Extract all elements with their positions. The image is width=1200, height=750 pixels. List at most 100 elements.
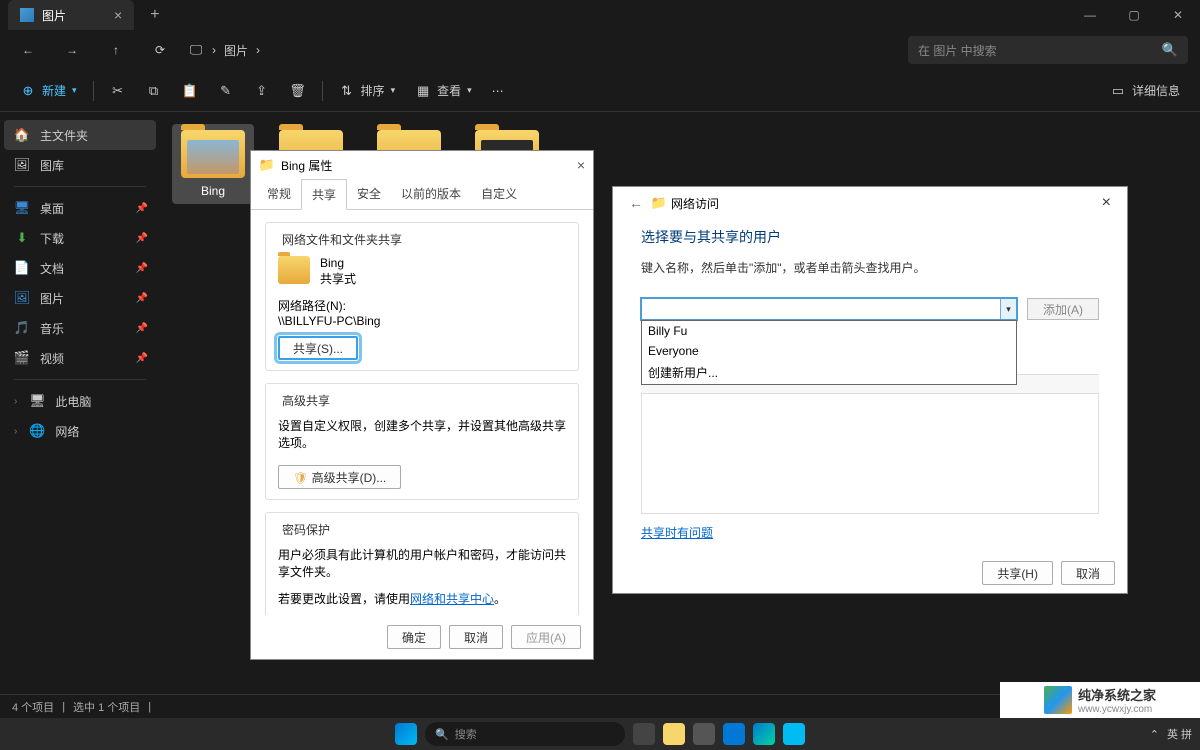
section-title: 高级共享 — [278, 392, 334, 409]
user-dropdown: Billy Fu Everyone 创建新用户... — [641, 320, 1017, 385]
sidebar-item-desktop[interactable]: 🖥桌面📌 — [4, 193, 156, 223]
details-button[interactable]: ▭ 详细信息 — [1102, 76, 1188, 106]
share-icon: ⇪ — [254, 83, 270, 99]
video-icon: 🎬 — [14, 350, 30, 366]
sidebar-item-thispc[interactable]: ›🖥此电脑 — [4, 386, 156, 416]
sidebar-item-home[interactable]: 🏠主文件夹 — [4, 120, 156, 150]
chevron-right-icon: › — [212, 43, 216, 57]
close-tab-icon[interactable]: × — [114, 7, 122, 23]
delete-button[interactable]: 🗑 — [282, 76, 314, 106]
dropdown-option[interactable]: Everyone — [642, 341, 1016, 361]
view-button[interactable]: ▦ 查看 ▾ — [407, 76, 480, 106]
app-icon[interactable] — [723, 723, 745, 745]
section-title: 密码保护 — [278, 521, 334, 538]
up-button[interactable]: ↑ — [100, 34, 132, 66]
task-view-icon[interactable] — [633, 723, 655, 745]
share-button[interactable]: 共享(S)... — [278, 336, 358, 360]
tab-share[interactable]: 共享 — [301, 179, 347, 210]
breadcrumb[interactable]: 🖵 › 图片 › — [188, 42, 260, 59]
folder-bing[interactable]: Bing — [172, 124, 254, 204]
new-tab-button[interactable]: + — [142, 6, 167, 24]
chevron-right-icon: › — [256, 43, 260, 57]
more-button[interactable]: ⋯ — [484, 76, 512, 106]
sidebar-item-gallery[interactable]: 🖼图库 — [4, 150, 156, 180]
chevron-up-icon[interactable]: ⌃ — [1150, 728, 1159, 741]
new-button[interactable]: ⊕ 新建 ▾ — [12, 76, 85, 106]
add-button[interactable]: 添加(A) — [1027, 298, 1099, 320]
user-combo-input[interactable] — [641, 298, 1017, 320]
network-center-link[interactable]: 网络和共享中心 — [410, 592, 494, 606]
cancel-button[interactable]: 取消 — [1061, 561, 1115, 585]
system-tray[interactable]: ⌃ 英 拼 — [1150, 726, 1192, 742]
dialog-title: 网络访问 — [671, 195, 719, 212]
cut-button[interactable]: ✂ — [102, 76, 134, 106]
trouble-link[interactable]: 共享时有问题 — [641, 524, 1099, 541]
share-folder-icon: 📁 — [651, 195, 667, 211]
cancel-button[interactable]: 取消 — [449, 625, 503, 649]
advanced-share-button[interactable]: 🛡 高级共享(D)... — [278, 465, 401, 489]
sidebar-item-videos[interactable]: 🎬视频📌 — [4, 343, 156, 373]
sort-icon: ⇅ — [339, 83, 355, 99]
share-heading: 选择要与其共享的用户 — [641, 227, 1099, 247]
folder-name: Bing — [320, 256, 356, 270]
rename-button[interactable]: ✎ — [210, 76, 242, 106]
properties-dialog: 📁 Bing 属性 × 常规 共享 安全 以前的版本 自定义 网络文件和文件夹共… — [250, 150, 594, 660]
home-icon: 🏠 — [14, 127, 30, 143]
copy-button[interactable]: ⧉ — [138, 76, 170, 106]
download-icon: ⬇ — [14, 230, 30, 246]
search-input[interactable]: 在 图片 中搜索 🔍 — [908, 36, 1188, 64]
start-button[interactable] — [395, 723, 417, 745]
app-icon[interactable] — [783, 723, 805, 745]
tab-previous[interactable]: 以前的版本 — [391, 179, 471, 209]
tab-security[interactable]: 安全 — [347, 179, 391, 209]
close-icon[interactable]: × — [577, 157, 585, 173]
close-icon[interactable]: × — [1094, 194, 1119, 212]
chevron-down-icon: ▾ — [72, 85, 77, 96]
share-confirm-button[interactable]: 共享(H) — [982, 561, 1053, 585]
section-title: 网络文件和文件夹共享 — [278, 231, 406, 248]
sort-button[interactable]: ⇅ 排序 ▾ — [331, 76, 404, 106]
ok-button[interactable]: 确定 — [387, 625, 441, 649]
paste-button[interactable]: 📋 — [174, 76, 206, 106]
edge-icon[interactable] — [753, 723, 775, 745]
netpath-label: 网络路径(N): — [278, 297, 566, 314]
sidebar-item-documents[interactable]: 📄文档📌 — [4, 253, 156, 283]
back-button[interactable]: ← — [12, 34, 44, 66]
refresh-button[interactable]: ⟳ — [144, 34, 176, 66]
app-icon[interactable] — [693, 723, 715, 745]
dropdown-option[interactable]: Billy Fu — [642, 321, 1016, 341]
ime-indicator[interactable]: 英 拼 — [1167, 726, 1192, 742]
close-button[interactable]: ✕ — [1156, 0, 1200, 30]
network-access-dialog: ← 📁 网络访问 × 选择要与其共享的用户 键入名称，然后单击"添加"，或者单击… — [612, 186, 1128, 594]
tab-custom[interactable]: 自定义 — [471, 179, 527, 209]
sidebar-item-downloads[interactable]: ⬇下载📌 — [4, 223, 156, 253]
taskbar-search[interactable]: 🔍搜索 — [425, 722, 625, 746]
share-button[interactable]: ⇪ — [246, 76, 278, 106]
maximize-button[interactable]: ▢ — [1112, 0, 1156, 30]
share-instruction: 键入名称，然后单击"添加"，或者单击箭头查找用户。 — [641, 259, 1099, 276]
explorer-icon[interactable] — [663, 723, 685, 745]
chevron-right-icon: › — [14, 396, 17, 407]
back-button[interactable]: ← — [621, 195, 651, 211]
section-text: 若要更改此设置，请使用网络和共享中心。 — [278, 590, 566, 607]
section-text: 设置自定义权限，创建多个共享，并设置其他高级共享选项。 — [278, 417, 566, 451]
sidebar-item-network[interactable]: ›🌐网络 — [4, 416, 156, 446]
window-tab[interactable]: 图片 × — [8, 0, 134, 30]
document-icon: 📄 — [14, 260, 30, 276]
dropdown-option[interactable]: 创建新用户... — [642, 361, 1016, 384]
dropdown-button[interactable]: ▾ — [1000, 299, 1016, 319]
more-icon: ⋯ — [492, 84, 504, 98]
minimize-button[interactable]: — — [1068, 0, 1112, 30]
sidebar-item-pictures[interactable]: 🖼图片📌 — [4, 283, 156, 313]
network-icon: 🌐 — [29, 423, 45, 439]
tab-general[interactable]: 常规 — [257, 179, 301, 209]
pictures-icon: 🖼 — [14, 290, 30, 306]
breadcrumb-item[interactable]: 图片 — [224, 42, 248, 59]
search-icon: 🔍 — [435, 728, 449, 741]
folder-icon — [278, 256, 310, 284]
sidebar-item-music[interactable]: 🎵音乐📌 — [4, 313, 156, 343]
forward-button[interactable]: → — [56, 34, 88, 66]
apply-button[interactable]: 应用(A) — [511, 625, 581, 649]
trash-icon: 🗑 — [290, 83, 306, 99]
desktop-icon: 🖥 — [14, 200, 30, 216]
